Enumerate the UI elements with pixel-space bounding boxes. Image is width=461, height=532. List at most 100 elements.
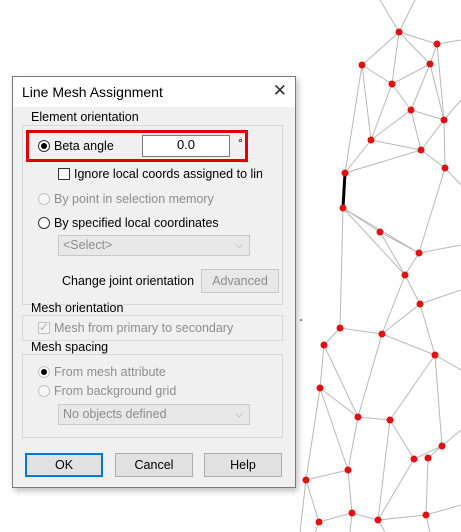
mesh-joint[interactable] <box>422 511 430 519</box>
mesh-member[interactable] <box>418 244 461 254</box>
mesh-member[interactable] <box>436 43 445 121</box>
mesh-joint[interactable] <box>441 164 449 172</box>
mesh-joint[interactable] <box>426 60 434 68</box>
mesh-member[interactable] <box>305 387 321 481</box>
mesh-member[interactable] <box>323 327 341 346</box>
mesh-member[interactable] <box>425 457 429 516</box>
mesh-member[interactable] <box>319 387 359 418</box>
mesh-joint[interactable] <box>374 516 382 524</box>
mesh-member[interactable] <box>299 479 307 532</box>
mesh-member[interactable] <box>381 333 436 356</box>
mesh-member[interactable] <box>319 344 325 389</box>
mesh-joint[interactable] <box>440 116 448 124</box>
mesh-member[interactable] <box>305 469 349 481</box>
mesh-joint[interactable] <box>354 413 362 421</box>
mesh-member[interactable] <box>351 512 379 521</box>
mesh-joint[interactable] <box>376 228 384 236</box>
mesh-joint[interactable] <box>378 330 386 338</box>
mesh-member[interactable] <box>377 458 415 521</box>
mesh-member[interactable] <box>434 354 461 371</box>
mesh-member[interactable] <box>318 512 353 523</box>
mesh-member[interactable] <box>344 64 363 174</box>
mesh-joint[interactable] <box>417 146 425 154</box>
mesh-joint[interactable] <box>431 351 439 359</box>
mesh-member[interactable] <box>361 64 372 141</box>
mesh-member[interactable] <box>419 303 436 356</box>
mesh-member[interactable] <box>391 31 400 85</box>
mesh-member[interactable] <box>404 274 421 305</box>
mesh-member[interactable] <box>357 333 383 418</box>
selected-mesh-member[interactable] <box>341 172 347 209</box>
mesh-member[interactable] <box>425 504 461 516</box>
mesh-member[interactable] <box>370 139 422 151</box>
mesh-joint[interactable] <box>401 271 409 279</box>
mesh-member[interactable] <box>443 119 446 169</box>
mesh-member[interactable] <box>441 429 461 447</box>
mesh-joint[interactable] <box>410 455 418 463</box>
mesh-joint[interactable] <box>302 476 310 484</box>
beta-angle-radio[interactable] <box>38 140 50 152</box>
mesh-member[interactable] <box>420 119 445 151</box>
mesh-member[interactable] <box>339 327 383 335</box>
mesh-member[interactable] <box>410 63 431 111</box>
mesh-joint[interactable] <box>316 384 324 392</box>
mesh-member[interactable] <box>404 252 420 276</box>
mesh-member[interactable] <box>389 419 415 460</box>
mesh-member[interactable] <box>398 0 416 33</box>
mesh-joint[interactable] <box>367 136 375 144</box>
mesh-member[interactable] <box>420 149 446 169</box>
mesh-member[interactable] <box>319 387 349 471</box>
mesh-member[interactable] <box>347 469 353 514</box>
mesh-joint[interactable] <box>348 509 356 517</box>
mesh-joint[interactable] <box>336 324 344 332</box>
mesh-joint[interactable] <box>416 300 424 308</box>
mesh-member[interactable] <box>344 149 422 174</box>
advanced-button[interactable]: Advanced <box>201 269 279 293</box>
mesh-primary-secondary-checkbox[interactable]: ✓ <box>38 320 50 334</box>
mesh-joint[interactable] <box>358 61 366 69</box>
by-point-radio[interactable] <box>38 193 50 205</box>
mesh-joint[interactable] <box>415 249 423 257</box>
mesh-member[interactable] <box>434 354 443 447</box>
mesh-member[interactable] <box>323 344 359 418</box>
beta-angle-input[interactable]: 0.0 <box>142 135 230 157</box>
mesh-member[interactable] <box>361 64 393 85</box>
mesh-member[interactable] <box>418 167 446 254</box>
mesh-member[interactable] <box>347 416 359 471</box>
mesh-joint[interactable] <box>344 466 352 474</box>
mesh-joint[interactable] <box>424 454 432 462</box>
mesh-joint[interactable] <box>433 40 441 48</box>
mesh-member[interactable] <box>361 31 400 66</box>
mesh-member[interactable] <box>377 419 391 521</box>
local-coords-select[interactable]: <Select> ⌵ <box>58 235 250 256</box>
mesh-member[interactable] <box>444 167 461 186</box>
mesh-joint[interactable] <box>438 442 446 450</box>
mesh-joint[interactable] <box>388 80 396 88</box>
mesh-member[interactable] <box>419 289 461 305</box>
help-button[interactable]: Help <box>204 453 282 477</box>
mesh-joint[interactable] <box>407 106 415 114</box>
mesh-member[interactable] <box>339 207 344 329</box>
close-icon[interactable]: ✕ <box>273 80 287 102</box>
mesh-member[interactable] <box>305 479 320 523</box>
by-local-coords-radio[interactable] <box>38 217 50 229</box>
mesh-member[interactable] <box>379 0 400 33</box>
mesh-member[interactable] <box>357 416 391 421</box>
mesh-joint[interactable] <box>341 169 349 177</box>
from-mesh-attribute-radio[interactable] <box>38 366 50 378</box>
from-background-grid-radio[interactable] <box>38 385 50 397</box>
mesh-joint[interactable] <box>395 28 403 36</box>
mesh-member[interactable] <box>410 109 445 121</box>
mesh-member[interactable] <box>391 63 431 85</box>
mesh-member[interactable] <box>410 109 422 151</box>
mesh-member[interactable] <box>391 83 412 111</box>
mesh-member[interactable] <box>377 514 427 521</box>
mesh-joint[interactable] <box>320 341 328 349</box>
background-grid-select[interactable]: No objects defined ⌵ <box>58 404 250 425</box>
ignore-local-coords-checkbox[interactable] <box>58 168 70 180</box>
mesh-joint[interactable] <box>339 204 347 212</box>
mesh-member[interactable] <box>436 39 461 45</box>
cancel-button[interactable]: Cancel <box>115 453 193 477</box>
ok-button[interactable]: OK <box>25 453 103 477</box>
mesh-member[interactable] <box>389 354 436 421</box>
